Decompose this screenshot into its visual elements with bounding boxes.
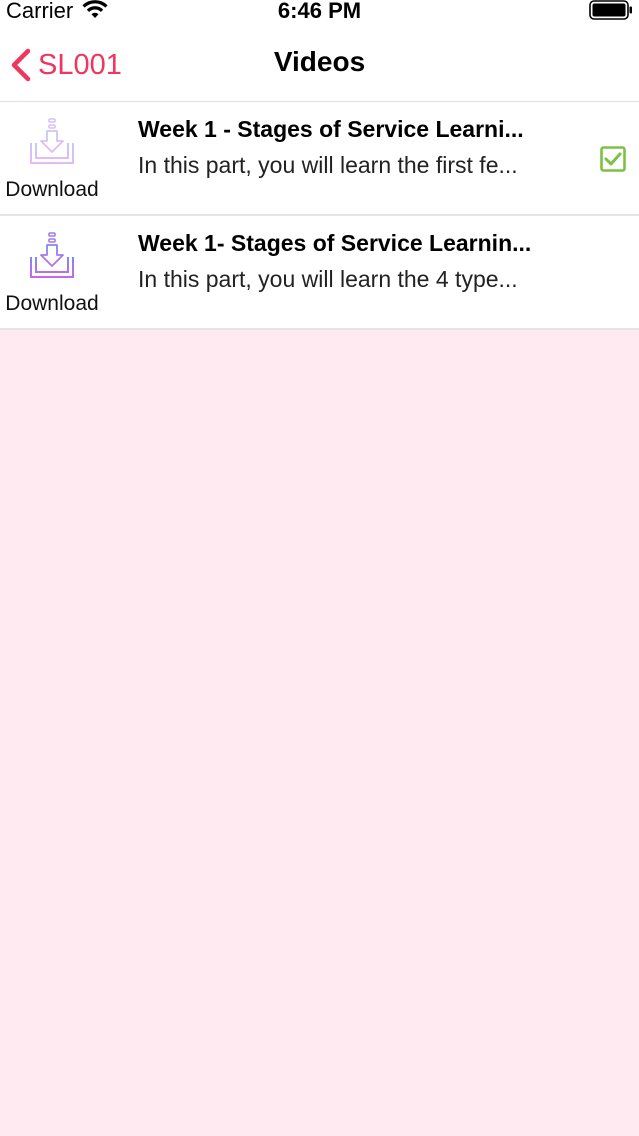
download-icon[interactable] — [28, 118, 76, 168]
app-screen: Carrier 6:46 PM SL001 Videos Download We… — [0, 0, 639, 1136]
video-list: Download Week 1 - Stages of Service Lear… — [0, 102, 639, 330]
battery-icon — [589, 0, 632, 20]
video-description: In this part, you will learn the first f… — [138, 152, 518, 178]
video-row-1[interactable]: Download Week 1 - Stages of Service Lear… — [0, 102, 639, 216]
page-title: Videos — [273, 46, 366, 77]
download-label[interactable]: Download — [0, 178, 104, 202]
navigation-bar: SL001 Videos — [0, 26, 639, 102]
status-bar: Carrier 6:46 PM — [0, 0, 639, 26]
status-time: 6:46 PM — [277, 0, 362, 23]
video-description: In this part, you will learn the 4 type.… — [138, 266, 518, 292]
video-title: Week 1- Stages of Service Learnin... — [138, 230, 532, 256]
video-row-2[interactable]: Download Week 1- Stages of Service Learn… — [0, 216, 639, 330]
checkbox-checked-icon[interactable] — [600, 146, 626, 172]
download-icon[interactable] — [28, 232, 76, 282]
video-title: Week 1 - Stages of Service Learni... — [138, 116, 524, 142]
download-label[interactable]: Download — [0, 292, 104, 316]
